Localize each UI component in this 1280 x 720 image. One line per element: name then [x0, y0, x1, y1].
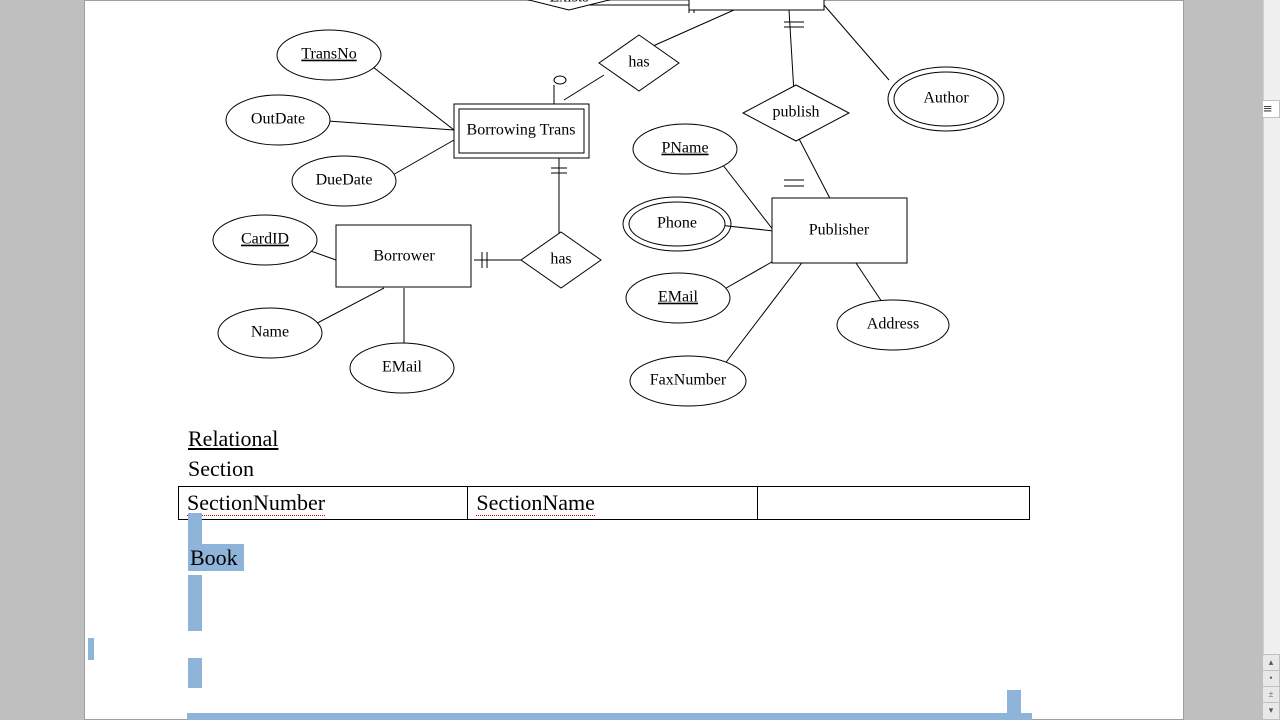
- attr-cardid: CardID: [241, 231, 289, 248]
- section-table: SectionNumber SectionName: [178, 486, 1030, 520]
- er-diagram: Exists Book has publish Author Borrowing…: [84, 0, 1184, 420]
- entity-book: Book: [739, 0, 774, 4]
- selection-mark: [188, 513, 202, 547]
- attr-address: Address: [867, 316, 919, 333]
- margin-cursor: [88, 638, 94, 660]
- col-section-number: SectionNumber: [179, 487, 468, 520]
- relationship-has-2: has: [550, 251, 571, 268]
- attr-name: Name: [251, 324, 289, 341]
- entity-borrower: Borrower: [373, 248, 435, 265]
- attr-pname: PName: [661, 140, 708, 157]
- attr-faxnumber: FaxNumber: [650, 372, 727, 389]
- col-section-name: SectionName: [468, 487, 757, 520]
- heading-book: Book: [188, 545, 244, 571]
- document-page: Exists Book has publish Author Borrowing…: [84, 0, 1184, 720]
- attr-outdate: OutDate: [251, 111, 305, 128]
- side-tab-icon[interactable]: ≡: [1262, 100, 1280, 118]
- attr-phone: Phone: [657, 215, 697, 232]
- attr-author: Author: [923, 90, 969, 107]
- relationship-exists: Exists: [549, 0, 588, 6]
- selection-mark: [187, 713, 1032, 720]
- attr-email-borrower: EMail: [382, 359, 423, 376]
- relationship-has-1: has: [628, 54, 649, 71]
- relationship-publish: publish: [772, 104, 819, 121]
- heading-relational: Relational: [188, 426, 278, 452]
- attr-email-publisher: EMail: [658, 289, 699, 306]
- scroll-down-icon[interactable]: ▾: [1262, 702, 1280, 720]
- heading-section: Section: [188, 456, 254, 482]
- attr-transno: TransNo: [301, 46, 356, 63]
- attr-duedate: DueDate: [316, 172, 373, 189]
- entity-publisher: Publisher: [809, 222, 870, 239]
- selection-mark: [188, 658, 202, 688]
- selection-mark: [188, 575, 202, 631]
- entity-borrowing-trans: Borrowing Trans: [467, 122, 576, 139]
- col-empty: [757, 487, 1029, 520]
